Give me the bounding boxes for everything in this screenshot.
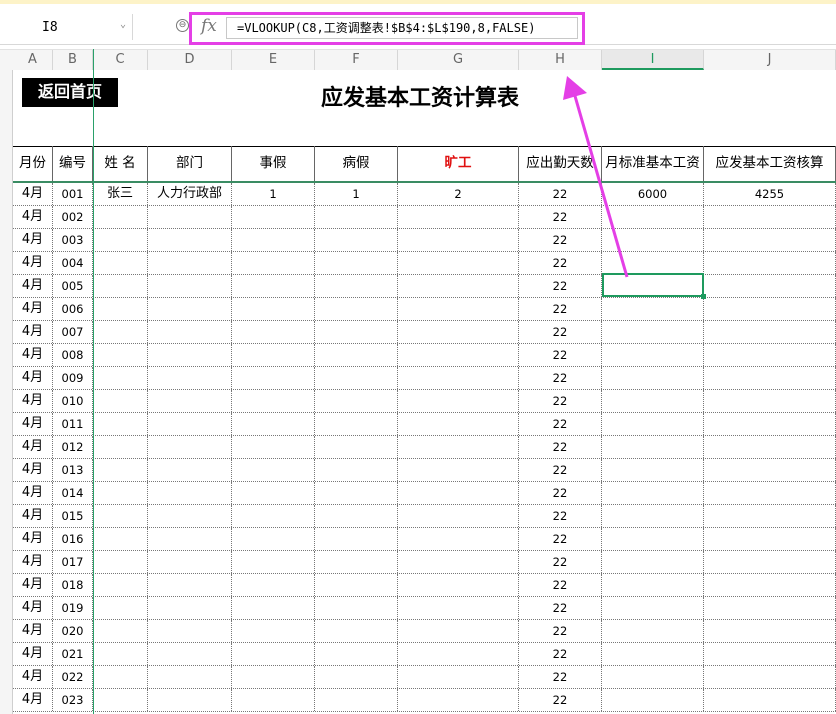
annotation-arrow xyxy=(563,76,629,278)
